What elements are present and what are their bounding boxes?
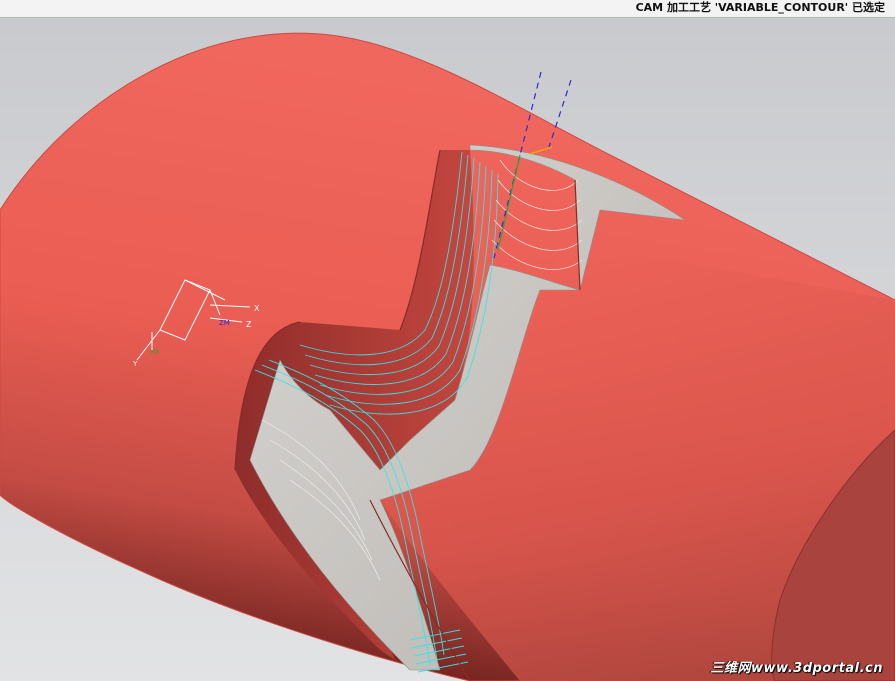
csys-zm-label: ZM (219, 319, 230, 327)
status-bar: CAM 加工工艺 'VARIABLE_CONTOUR' 已选定 (0, 0, 895, 18)
nx-cam-window: CAM 加工工艺 'VARIABLE_CONTOUR' 已选定 X ZM Z Y… (0, 0, 895, 681)
csys-z-label: Z (246, 320, 252, 329)
csys-x-label: X (254, 304, 260, 313)
graphics-viewport[interactable]: X ZM Z YM Y (0, 18, 895, 681)
watermark: 三维网www.3dportal.cn (710, 661, 883, 676)
model-view[interactable]: X ZM Z YM Y (0, 18, 895, 681)
csys-ym-label: YM (149, 349, 159, 356)
status-message: CAM 加工工艺 'VARIABLE_CONTOUR' 已选定 (635, 1, 885, 14)
csys-y-label: Y (132, 360, 138, 368)
